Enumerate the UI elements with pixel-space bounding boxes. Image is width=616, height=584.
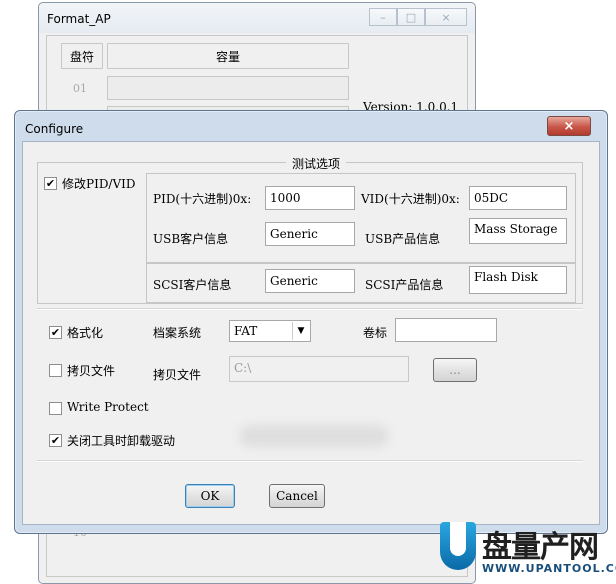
chevron-down-icon[interactable]: ▼ [292, 322, 309, 340]
browse-button[interactable]: ... [433, 358, 477, 382]
scsi-product-field[interactable]: Flash Disk [469, 266, 567, 294]
configure-dialog: Configure × 测试选项 ✔ 修改PID/VID PID(十六进制)0x… [14, 110, 608, 534]
file-system-label: 档案系统 [153, 326, 202, 340]
unload-driver-checkbox[interactable]: ✔ [49, 434, 62, 447]
group-legend: 测试选项 [286, 155, 347, 172]
usb-id-panel: PID(十六进制)0x: 1000 VID(十六进制)0x: 05DC USB客… [146, 173, 576, 263]
watermark-brand: 盘量产网 [482, 530, 599, 565]
format-checkbox[interactable]: ✔ [49, 326, 62, 339]
close-icon[interactable]: × [547, 116, 591, 136]
watermark-url: WWW.UPANTOOL.COM [482, 562, 616, 575]
usb-product-field[interactable]: Mass Storage [469, 218, 567, 244]
ok-button[interactable]: OK [185, 484, 235, 508]
close-icon[interactable]: × [425, 8, 467, 26]
format-label: 格式化 [67, 326, 104, 340]
drive-row-number: 01 [73, 82, 87, 95]
vid-label: VID(十六进制)0x: [361, 192, 460, 206]
separator [37, 460, 583, 462]
drive-column-header: 盘符 [61, 43, 103, 69]
scsi-info-panel: SCSI客户信息 Generic SCSI产品信息 Flash Disk [146, 263, 576, 303]
file-system-select[interactable]: FAT ▼ [229, 320, 311, 342]
usb-vendor-field[interactable]: Generic [265, 222, 355, 246]
dialog-client-area: 测试选项 ✔ 修改PID/VID PID(十六进制)0x: 1000 VID(十… [22, 141, 600, 525]
scsi-product-label: SCSI产品信息 [365, 278, 444, 292]
vid-field[interactable]: 05DC [469, 186, 567, 210]
background-titlebar: Format_AP – □ × [39, 3, 475, 33]
unload-driver-label: 关闭工具时卸载驱动 [67, 434, 176, 448]
separator [37, 308, 583, 310]
write-protect-label: Write Protect [67, 400, 149, 414]
watermark-logo-inner [450, 522, 466, 556]
pid-label: PID(十六进制)0x: [153, 192, 252, 206]
usb-vendor-label: USB客户信息 [153, 232, 229, 246]
blurred-region [239, 425, 389, 447]
dialog-title: Configure [25, 122, 84, 136]
copy-file-path-field[interactable]: C:\ [229, 356, 409, 382]
volume-label-field[interactable] [395, 318, 497, 342]
watermark-logo-icon [440, 522, 476, 570]
minimize-icon[interactable]: – [369, 8, 397, 26]
background-window-title: Format_AP [47, 12, 111, 26]
volume-label-label: 卷标 [363, 326, 388, 340]
test-options-group: 测试选项 ✔ 修改PID/VID PID(十六进制)0x: 1000 VID(十… [37, 155, 583, 304]
pid-field[interactable]: 1000 [265, 186, 355, 210]
modify-pid-vid-label: 修改PID/VID [62, 177, 136, 191]
modify-pid-vid-checkbox[interactable]: ✔ [44, 177, 57, 190]
maximize-icon[interactable]: □ [397, 8, 425, 26]
drive-row-capacity [107, 76, 349, 100]
usb-product-label: USB产品信息 [365, 232, 441, 246]
scsi-vendor-field[interactable]: Generic [265, 269, 355, 293]
copy-file-label: 拷贝文件 [153, 368, 202, 382]
cancel-button[interactable]: Cancel [269, 484, 325, 508]
file-system-value: FAT [234, 324, 258, 338]
copy-file-checkbox[interactable] [49, 364, 62, 377]
write-protect-checkbox[interactable] [49, 402, 62, 415]
copy-file-check-label: 拷贝文件 [67, 364, 116, 378]
scsi-vendor-label: SCSI客户信息 [153, 278, 232, 292]
capacity-column-header: 容量 [107, 43, 349, 69]
dialog-titlebar: Configure × [15, 111, 607, 141]
